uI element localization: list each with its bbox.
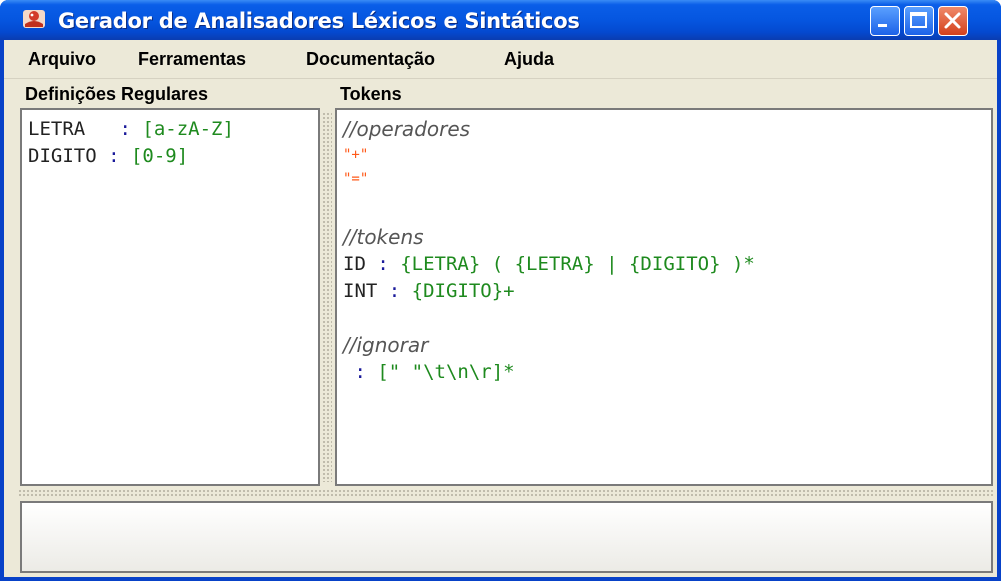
token-definition: {LETRA} ( {LETRA} | {DIGITO} )* (400, 253, 755, 275)
token-separator: : (365, 253, 401, 275)
menu-documentacao[interactable]: Documentação (306, 49, 435, 70)
vertical-splitter[interactable] (322, 112, 332, 482)
token-name: ID (343, 253, 366, 275)
output-console[interactable] (20, 501, 993, 573)
regular-definitions-header: Definições Regulares (25, 84, 209, 104)
definition-name: DIGITO (28, 145, 109, 167)
menu-bar: Arquivo Ferramentas Documentação Ajuda (4, 40, 997, 79)
definition-separator: : (108, 118, 143, 140)
definition-line: LETRA : [a-zA-Z] (28, 116, 234, 143)
comment-ignore: //ignorar (343, 333, 429, 357)
comment-operators: //operadores (343, 117, 471, 141)
horizontal-splitter[interactable] (18, 489, 993, 497)
menu-ajuda[interactable]: Ajuda (504, 49, 554, 70)
token-definition: [" "\t\n\r]* (377, 361, 515, 383)
maximize-icon (910, 12, 927, 28)
token-id-line: ID : {LETRA} ( {LETRA} | {DIGITO} )* (343, 251, 755, 278)
app-logo-icon (23, 10, 45, 28)
minimize-button[interactable] (870, 6, 900, 36)
token-int-line: INT : {DIGITO}+ (343, 278, 515, 305)
definition-name: LETRA (28, 118, 109, 140)
maximize-button[interactable] (904, 6, 934, 36)
token-name: INT (343, 280, 378, 302)
token-ignore-line: : [" "\t\n\r]* (343, 359, 515, 386)
application-window: Gerador de Analisadores Léxicos e Sintát… (0, 0, 1001, 581)
menu-arquivo[interactable]: Arquivo (28, 49, 96, 70)
token-separator: : (343, 361, 378, 383)
token-separator: : (377, 280, 412, 302)
definition-value: [a-zA-Z] (142, 118, 234, 140)
definition-line: DIGITO : [0-9] (28, 143, 188, 170)
operator-plus: "+" (343, 147, 369, 163)
comment-tokens: //tokens (343, 225, 424, 249)
minimize-icon (878, 24, 887, 27)
tokens-editor[interactable]: //operadores "+" "=" //tokens ID : {LETR… (335, 108, 993, 486)
regular-definitions-editor[interactable]: LETRA : [a-zA-Z] DIGITO : [0-9] (20, 108, 320, 486)
window-title: Gerador de Analisadores Léxicos e Sintát… (58, 9, 580, 33)
token-definition: {DIGITO}+ (411, 280, 515, 302)
title-bar[interactable]: Gerador de Analisadores Léxicos e Sintát… (0, 0, 1001, 40)
menu-ferramentas[interactable]: Ferramentas (138, 49, 246, 70)
close-icon (944, 12, 961, 29)
close-button[interactable] (938, 6, 968, 36)
tokens-header: Tokens (340, 84, 402, 104)
definition-value: [0-9] (130, 145, 189, 167)
definition-separator: : (108, 145, 131, 167)
operator-equals: "=" (343, 171, 369, 187)
